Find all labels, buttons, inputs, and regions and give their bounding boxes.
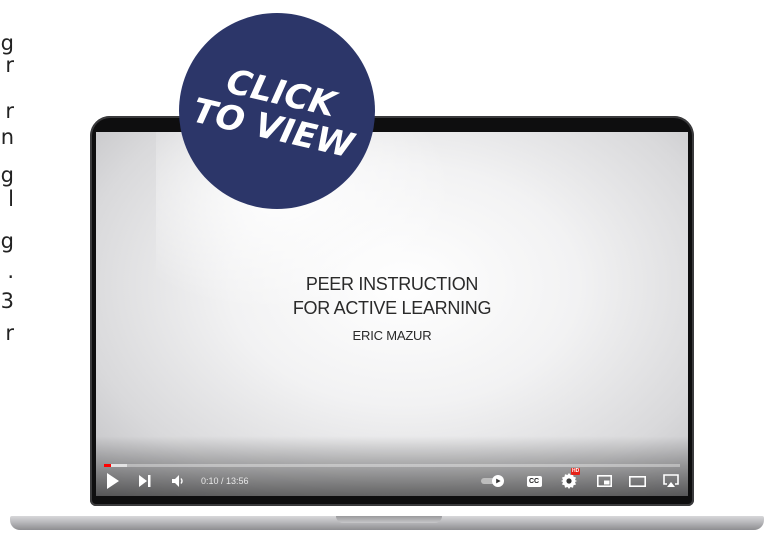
text-fragment: g xyxy=(0,163,14,187)
next-icon xyxy=(139,475,151,487)
progress-played xyxy=(104,464,111,467)
next-button[interactable] xyxy=(136,472,154,490)
settings-button[interactable]: HD xyxy=(558,468,581,490)
captions-icon: CC xyxy=(526,475,542,487)
text-fragment: r xyxy=(5,99,14,123)
volume-icon xyxy=(172,475,183,487)
play-icon xyxy=(107,473,119,489)
airplay-icon xyxy=(663,474,679,487)
airplay-button[interactable] xyxy=(660,472,682,490)
title-line-2: FOR ACTIVE LEARNING xyxy=(292,298,492,318)
presenter-name: ERIC MAZUR xyxy=(352,328,432,343)
video-title-card: PEER INSTRUCTION FOR ACTIVE LEARNING ERI… xyxy=(96,272,688,343)
title-line-1: PEER INSTRUCTION xyxy=(305,274,479,294)
captions-label: CC xyxy=(528,477,540,485)
theater-mode-button[interactable] xyxy=(626,472,648,490)
autoplay-toggle[interactable] xyxy=(480,472,506,490)
text-fragment: l xyxy=(8,187,14,211)
miniplayer-button[interactable] xyxy=(594,472,614,490)
autoplay-toggle-icon xyxy=(481,475,504,487)
text-fragment: g xyxy=(0,229,14,253)
miniplayer-icon xyxy=(596,475,612,487)
play-button[interactable] xyxy=(104,472,122,490)
captions-button[interactable]: CC xyxy=(524,472,544,490)
text-fragment: n xyxy=(0,125,14,149)
text-fragment: 3 xyxy=(0,289,14,313)
progress-bar[interactable] xyxy=(104,464,680,467)
gear-icon xyxy=(561,473,577,489)
laptop-notch xyxy=(336,516,442,523)
time-display: 0:10 / 13:56 xyxy=(201,476,249,486)
volume-button[interactable] xyxy=(170,472,188,490)
clipped-paragraph: g r r n g l g . 3 r xyxy=(0,32,14,372)
text-fragment: r xyxy=(5,321,14,345)
text-fragment: r xyxy=(5,53,14,77)
hd-badge: HD xyxy=(571,468,581,475)
text-fragment: . xyxy=(7,259,14,283)
text-fragment: g xyxy=(0,32,14,55)
theater-icon xyxy=(628,475,646,487)
